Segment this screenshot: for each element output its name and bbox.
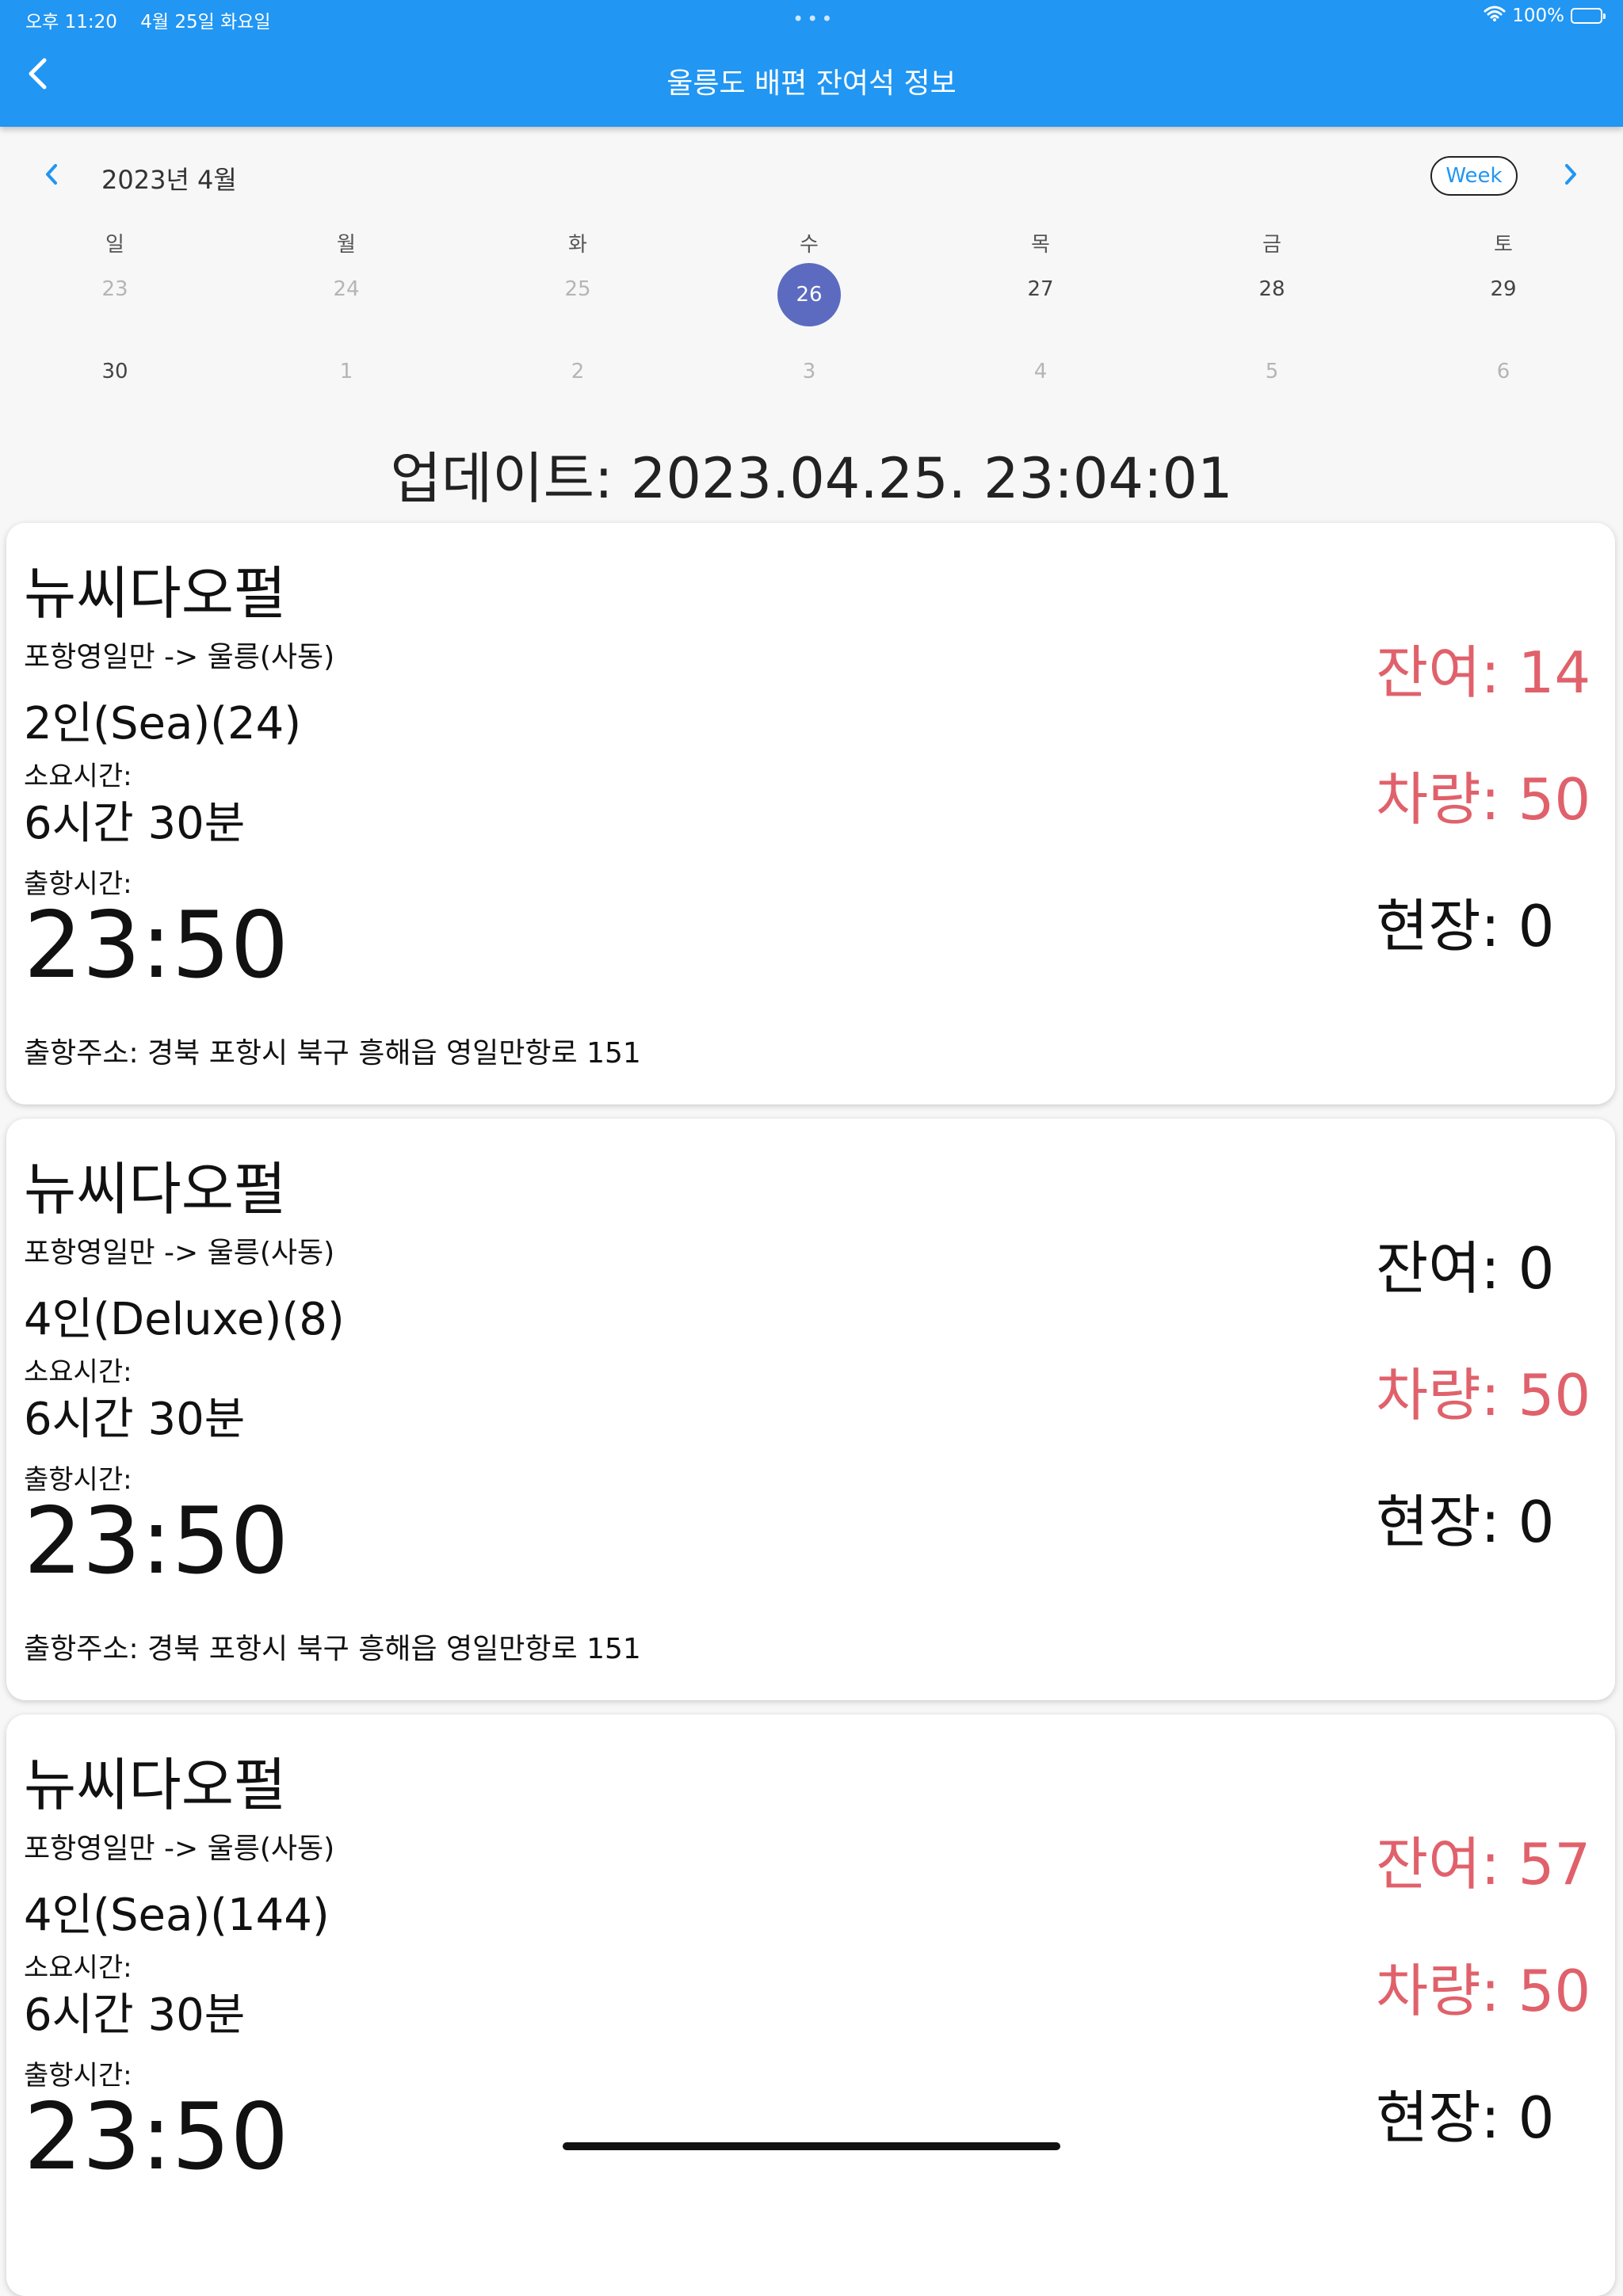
- calendar-day[interactable]: 2: [538, 360, 617, 383]
- calendar-week-row: 30 1 2 3 4 5 6: [0, 360, 1623, 407]
- calendar-day-selected[interactable]: 26: [777, 263, 841, 326]
- departure-address: 출항주소: 경북 포항시 북구 흥해읍 영일만항로 151: [24, 1633, 641, 1665]
- calendar-day[interactable]: 25: [538, 277, 617, 301]
- ship-name: 뉴씨다오펄: [24, 560, 287, 627]
- app-bar: 오후 11:20 4월 25일 화요일 ••• 100% 울릉도 배편 잔여석 …: [0, 0, 1623, 127]
- duration-value: 6시간 30분: [24, 1989, 246, 2041]
- multitasking-dots[interactable]: •••: [792, 8, 835, 30]
- weekday-label: 목: [1031, 233, 1050, 257]
- vehicle-count: 차량: 50: [1376, 766, 1591, 833]
- ship-name: 뉴씨다오펄: [24, 1752, 287, 1818]
- calendar-day[interactable]: 3: [769, 360, 849, 383]
- remaining-seats: 잔여: 0: [1376, 1235, 1555, 1302]
- departure-time: 23:50: [24, 1488, 289, 1595]
- previous-week-button[interactable]: [36, 158, 67, 193]
- calendar-day[interactable]: 5: [1232, 360, 1312, 383]
- battery-icon: [1571, 8, 1606, 24]
- weekday-label: 금: [1262, 233, 1281, 257]
- remaining-seats: 잔여: 14: [1376, 639, 1591, 706]
- ship-card[interactable]: 뉴씨다오펄 포항영일만 -> 울릉(사동) 4인(Sea)(144) 소요시간:…: [6, 1714, 1615, 2296]
- chevron-left-icon: [44, 163, 59, 189]
- calendar-header: 2023년 4월 Week: [0, 151, 1623, 206]
- weekday-label: 토: [1494, 233, 1513, 257]
- departure-time: 23:50: [24, 2084, 289, 2191]
- calendar-day[interactable]: 28: [1232, 277, 1312, 301]
- calendar-day[interactable]: 1: [307, 360, 386, 383]
- ship-card[interactable]: 뉴씨다오펄 포항영일만 -> 울릉(사동) 2인(Sea)(24) 소요시간: …: [6, 523, 1615, 1104]
- next-week-button[interactable]: [1555, 158, 1587, 193]
- weekday-header-row: 일월화수목금토: [0, 222, 1623, 269]
- vehicle-count: 차량: 50: [1376, 1362, 1591, 1428]
- weekday-label: 월: [337, 233, 356, 257]
- calendar-day[interactable]: 27: [1001, 277, 1080, 301]
- duration-value: 6시간 30분: [24, 798, 246, 849]
- calendar-day[interactable]: 24: [307, 277, 386, 301]
- ship-route: 포항영일만 -> 울릉(사동): [24, 641, 335, 673]
- ship-name: 뉴씨다오펄: [24, 1156, 287, 1222]
- calendar-month-label: 2023년 4월: [101, 165, 237, 195]
- ship-route: 포항영일만 -> 울릉(사동): [24, 1237, 335, 1269]
- ship-route: 포항영일만 -> 울릉(사동): [24, 1833, 335, 1865]
- onsite-count: 현장: 0: [1376, 2084, 1555, 2151]
- calendar-day[interactable]: 30: [75, 360, 155, 383]
- duration-value: 6시간 30분: [24, 1394, 246, 1445]
- calendar-week-row: 23 24 25 26 27 28 29: [0, 263, 1623, 326]
- calendar-day[interactable]: 4: [1001, 360, 1080, 383]
- onsite-count: 현장: 0: [1376, 1489, 1555, 1555]
- home-indicator[interactable]: [563, 2142, 1060, 2150]
- calendar-day[interactable]: 29: [1464, 277, 1543, 301]
- status-date: 4월 25일 화요일: [140, 12, 271, 32]
- weekday-label: 수: [800, 233, 819, 257]
- calendar-day[interactable]: 6: [1464, 360, 1543, 383]
- onsite-count: 현장: 0: [1376, 893, 1555, 959]
- seat-type: 4인(Deluxe)(8): [24, 1294, 345, 1345]
- calendar-day[interactable]: 23: [75, 277, 155, 301]
- departure-time: 23:50: [24, 892, 289, 999]
- last-updated-text: 업데이트: 2023.04.25. 23:04:01: [390, 446, 1233, 511]
- seat-type: 2인(Sea)(24): [24, 698, 302, 749]
- weekday-label: 일: [105, 233, 124, 257]
- departure-address: 출항주소: 경북 포항시 북구 흥해읍 영일만항로 151: [24, 1037, 641, 1070]
- weekday-label: 화: [568, 233, 587, 257]
- status-time: 오후 11:20: [25, 12, 117, 32]
- remaining-seats: 잔여: 57: [1376, 1831, 1591, 1897]
- battery-percent: 100%: [1512, 6, 1564, 26]
- chevron-right-icon: [1564, 163, 1578, 189]
- status-bar-right: 100%: [1484, 5, 1606, 27]
- status-bar-left: 오후 11:20 4월 25일 화요일: [25, 6, 288, 33]
- calendar-format-button[interactable]: Week: [1430, 156, 1518, 196]
- vehicle-count: 차량: 50: [1376, 1958, 1591, 2024]
- calendar-grid: 일월화수목금토 23 24 25 26 27 28 29 30 1 2 3 4 5 6: [0, 222, 1623, 407]
- page-title: 울릉도 배편 잔여석 정보: [666, 67, 957, 100]
- wifi-icon: [1484, 5, 1506, 27]
- seat-type: 4인(Sea)(144): [24, 1890, 330, 1941]
- ship-card[interactable]: 뉴씨다오펄 포항영일만 -> 울릉(사동) 4인(Deluxe)(8) 소요시간…: [6, 1119, 1615, 1700]
